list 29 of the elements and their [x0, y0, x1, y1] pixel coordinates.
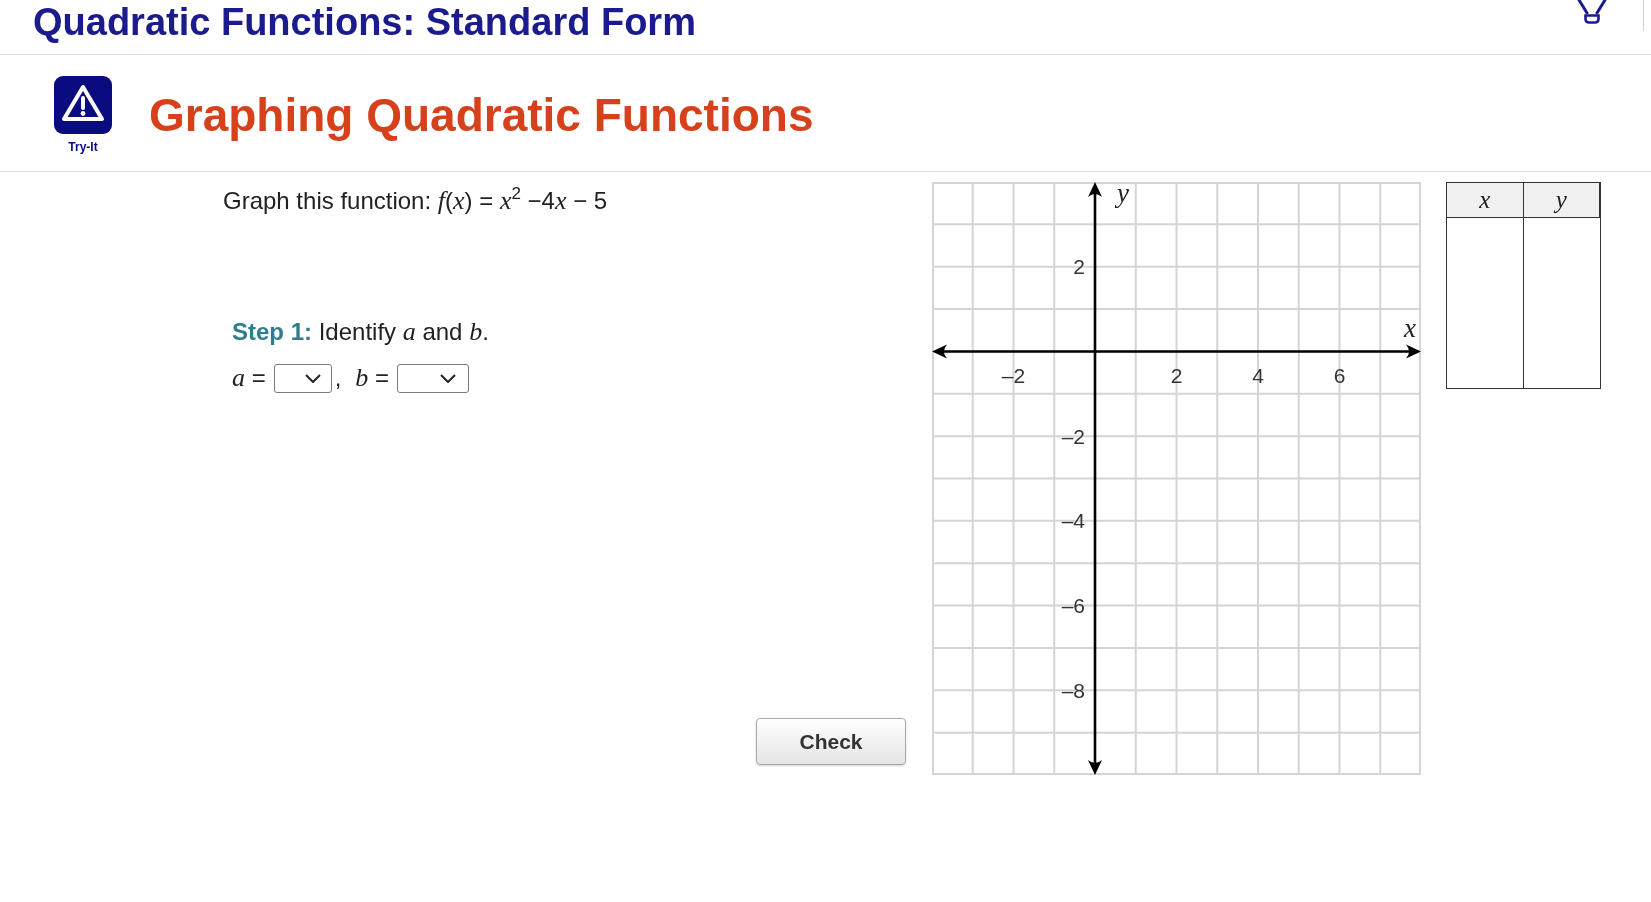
lightbulb-icon[interactable] — [1577, 0, 1607, 24]
tick-label: –2 — [1061, 424, 1085, 448]
chevron-icon — [440, 373, 457, 383]
axis-label: y — [1117, 182, 1129, 208]
select-label: a = — [232, 363, 266, 393]
separator-text: , — [334, 364, 342, 392]
column-header: x — [1447, 183, 1524, 218]
tick-label: 6 — [1333, 363, 1346, 387]
activity-title: Graphing Quadratic Functions — [149, 88, 814, 142]
tick-label: –2 — [1001, 363, 1026, 387]
tick-label: –6 — [1061, 594, 1085, 618]
tick-label: –8 — [1061, 678, 1085, 702]
tick-label: 2 — [1170, 363, 1183, 387]
tick-label: –4 — [1061, 509, 1085, 533]
chevron-icon — [304, 373, 321, 383]
page-title: Quadratic Functions: Standard Form — [33, 1, 696, 44]
tick-label: 2 — [1073, 255, 1085, 279]
column-header: y — [1523, 183, 1600, 218]
badge-label: Try-It — [68, 140, 98, 154]
question-prompt: Graph this function: f(x) = x$^{2}$ −4x − 5 — [223, 186, 608, 216]
warning-icon — [54, 76, 112, 134]
select-label: b = — [355, 363, 390, 393]
check-button[interactable]: Check — [756, 718, 906, 765]
step-instruction: Step 1: Identify a and b. — [232, 317, 489, 347]
coordinate-grid[interactable]: –2 2 4 6 –8 –6 –4 –2 2 x y — [932, 182, 1421, 775]
dropdown-field[interactable] — [397, 363, 470, 393]
axis-label: x — [1404, 313, 1416, 344]
dropdown-field[interactable] — [273, 363, 332, 393]
tick-label: 4 — [1252, 363, 1264, 387]
